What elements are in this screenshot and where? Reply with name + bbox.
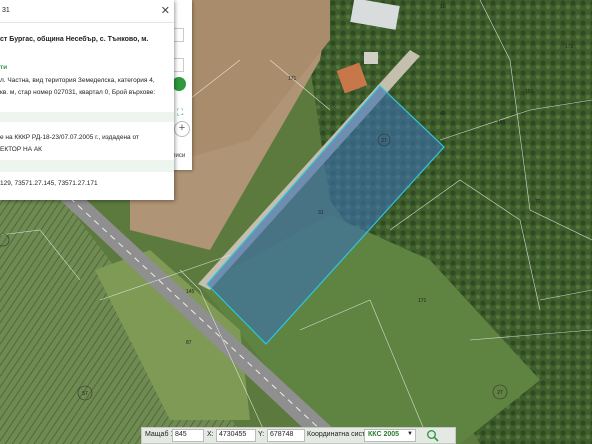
label-171b: 171 — [418, 298, 427, 304]
y-label: Y: — [258, 431, 265, 438]
section-band-2 — [0, 160, 174, 172]
parcel-id-fragment: 31 — [2, 7, 10, 14]
building-small — [364, 52, 378, 64]
info-panel: 31 ✕ ст Бургас, община Несебър, с. Тънко… — [0, 0, 174, 200]
parcel-address: ст Бургас, община Несебър, с. Тънково, м… — [0, 36, 149, 43]
label-70: 70 — [535, 199, 541, 205]
order-line-2: ЕКТОР НА АК — [0, 146, 42, 153]
section-title: ти — [0, 64, 8, 71]
section-band — [0, 112, 174, 122]
parcel-number-label: 27 — [381, 138, 387, 144]
zoom-extent-icon[interactable]: ⛶ — [177, 107, 183, 118]
add-icon[interactable]: + — [174, 121, 190, 137]
close-icon[interactable]: ✕ — [161, 4, 170, 17]
label-110: 110 — [525, 89, 533, 95]
label-16: 16 — [440, 4, 446, 10]
y-value: 678748 — [270, 431, 294, 438]
coordinate-bar: Мащаб 1: 845 X: 4730455 Y: 678748 Коорди… — [141, 427, 456, 444]
parcel-label-57: 57 — [82, 391, 88, 397]
panel-header: 31 ✕ — [0, 0, 174, 23]
label-40: 40 — [440, 111, 446, 117]
search-icon[interactable] — [426, 429, 439, 442]
parcel-area-label: 31 — [318, 210, 324, 216]
label-171c: 171 — [565, 44, 574, 50]
road-label-87: 87 — [186, 340, 192, 346]
x-value: 4730455 — [219, 431, 247, 438]
x-label: X: — [207, 431, 214, 438]
details-line-1: л. Частна, вид територия Земеделска, кат… — [0, 77, 155, 84]
details-line-2: кв. м, стар номер 027031, квартал 0, Бро… — [0, 89, 156, 96]
label-169: 169 — [497, 120, 506, 126]
chevron-down-icon[interactable]: ▼ — [407, 431, 413, 437]
neighbour-parcels: 129, 73571.27.145, 73571.27.171 — [0, 180, 98, 187]
scale-value: 845 — [175, 431, 187, 438]
road-label-145: 145 — [186, 289, 195, 295]
order-line-1: е на КККР РД-18-23/07.07.2005 г., издаде… — [0, 134, 139, 141]
parcel-label-27: 27 — [497, 390, 503, 396]
label-171: 171 — [288, 76, 297, 82]
system-value: ККС 2005 — [368, 431, 400, 438]
go-button[interactable] — [172, 77, 186, 91]
